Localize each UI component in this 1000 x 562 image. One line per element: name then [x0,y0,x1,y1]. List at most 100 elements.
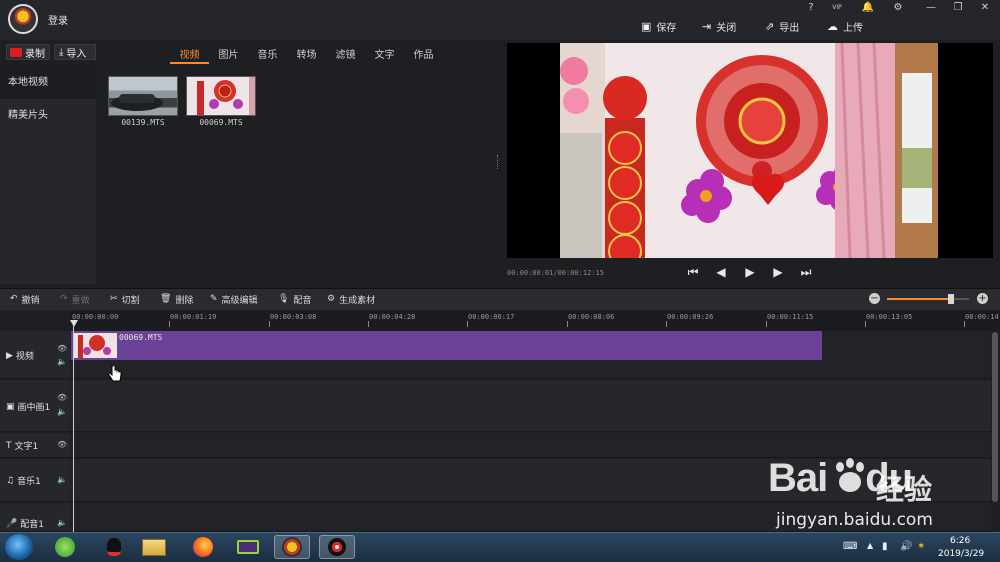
pip-track-icon: ▣ [6,401,15,412]
play-icon[interactable]: ▶ [741,265,759,281]
speaker-icon[interactable]: 🔈 [57,518,67,527]
tab-music[interactable]: 音乐 [248,46,287,64]
clock-time[interactable]: 6:26 [950,536,970,546]
keyboard-icon[interactable]: ⌨ [843,541,857,552]
redo-button[interactable]: ↷ 重做 [60,292,90,306]
delete-button[interactable]: 🗑 删除 [160,292,193,306]
minimize-icon[interactable]: — [923,1,939,15]
clip-thumbnail [73,333,117,358]
video-clip[interactable] [71,331,822,360]
baidu-watermark-text: 经验 [876,473,933,506]
panel-splitter[interactable] [497,155,499,169]
screen-recorder-icon[interactable] [319,535,355,559]
preview-timecode: 00:00:00:01/00:00:12:15 [507,269,604,277]
library-sidebar: 本地视频 精美片头 [0,66,96,284]
zoom-slider-fill [887,298,951,300]
browser-360-icon[interactable] [47,535,83,559]
track-lane-pip[interactable] [71,380,991,432]
generate-clip-button[interactable]: ⚙ 生成素材 [327,292,375,306]
playhead-line [73,326,74,532]
scissors-icon: ✂ [110,294,118,304]
clip-thumbnail-image [73,333,117,358]
avatar[interactable] [8,4,38,34]
clipboard-icon[interactable]: ▮ [882,541,888,552]
network-icon[interactable]: ✶ [917,541,925,552]
sidebar-item-local-video[interactable]: 本地视频 [0,66,96,99]
login-link[interactable]: 登录 [48,12,68,27]
track-label-video: ▶ 视频 [6,350,34,363]
clock-date[interactable]: 2019/3/29 [938,549,984,559]
skip-end-icon[interactable]: ⏭ [797,265,815,281]
eye-icon[interactable]: 👁 [57,393,67,402]
upload-button[interactable]: ☁ 上传 [827,18,863,34]
import-button[interactable]: ⤓ 导入 [54,44,96,60]
file-explorer-icon[interactable] [136,535,172,559]
redo-icon: ↷ [60,294,68,304]
media-thumb-00139[interactable] [108,76,178,116]
ruler-tick [467,321,468,327]
record-button[interactable]: 录制 [6,44,50,60]
maximize-icon[interactable]: ❐ [950,1,966,15]
save-icon: ▣ [641,19,652,33]
advanced-edit-button[interactable]: ✎ 高级编辑 [210,292,258,306]
mic-icon: 🎙 [278,294,290,304]
tab-text[interactable]: 文字 [365,46,404,64]
zoom-slider-handle[interactable] [947,294,954,304]
zoom-in-icon[interactable]: + [977,293,988,304]
media-thumb-00069[interactable] [186,76,256,116]
ruler-tick [368,321,369,327]
start-button[interactable] [5,534,33,560]
track-label-text: T 文字1 [6,440,39,453]
firefox-icon[interactable] [185,535,221,559]
help-icon[interactable]: ? [803,1,819,15]
ruler-label: 00:00:01:19 [170,313,217,321]
volume-icon[interactable]: 🔊 [900,541,912,552]
eye-icon[interactable]: 👁 [57,440,67,449]
prev-frame-icon[interactable]: ◀︎ [712,265,730,281]
film-reel-icon: ⚙ [327,294,336,304]
eye-icon[interactable]: 👁 [57,344,67,353]
close-project-button[interactable]: ⇥ 关闭 [702,18,736,34]
baidu-watermark-url: jingyan.baidu.com [776,510,933,530]
close-window-icon[interactable]: ✕ [977,1,993,15]
zoom-out-icon[interactable]: − [869,293,880,304]
vip-icon[interactable]: VIP [829,1,845,15]
clip-label: 00069.MTS [119,333,163,342]
ruler-label: 00:00:06:17 [468,313,515,321]
tab-filter[interactable]: 滤镜 [326,46,365,64]
close-doc-icon: ⇥ [702,19,712,33]
undo-button[interactable]: ↶ 撤销 [10,292,40,306]
ruler-label: 00:00:14: [965,313,1000,321]
tab-image[interactable]: 图片 [209,46,248,64]
tab-transition[interactable]: 转场 [287,46,326,64]
next-frame-icon[interactable]: ▶︎ [769,265,787,281]
qq-icon[interactable] [96,535,132,559]
text-track-icon: T [6,440,12,451]
cut-button[interactable]: ✂ 切割 [110,292,140,306]
ruler-tick [169,321,170,327]
save-button[interactable]: ▣ 保存 [641,18,676,34]
speaker-icon[interactable]: 🔈 [57,407,67,416]
speaker-icon[interactable]: 🔈 [57,357,67,366]
speaker-icon[interactable]: 🔈 [57,475,67,484]
upload-icon: ☁ [827,19,838,33]
preview-frame [560,43,938,258]
ruler-label: 00:00:04:28 [369,313,416,321]
export-button[interactable]: ⇗ 导出 [765,18,799,34]
wedding-thumbnail [197,77,255,115]
tray-expand-icon[interactable]: ▲ [867,541,873,550]
dub-button[interactable]: 🎙 配音 [278,292,311,306]
ruler-tick [666,321,667,327]
video-app-icon[interactable] [230,535,266,559]
video-editor-taskbar-icon[interactable] [274,535,310,559]
sidebar-item-intros[interactable]: 精美片头 [0,99,96,132]
ruler-label: 00:00:09:26 [667,313,714,321]
tab-works[interactable]: 作品 [404,46,443,64]
playhead-marker[interactable] [70,320,78,327]
gear-icon[interactable]: ⚙ [890,1,906,15]
skip-start-icon[interactable]: ⏮ [684,265,702,281]
timeline-scrollbar[interactable] [992,332,998,502]
bell-icon[interactable]: 🔔 [860,1,876,15]
music-track-icon: ♫ [6,475,15,486]
tab-video[interactable]: 视频 [170,46,209,64]
